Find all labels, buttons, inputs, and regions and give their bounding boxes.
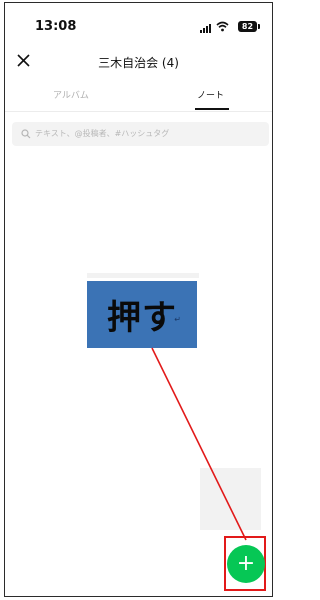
faded-overlay-panel	[200, 468, 261, 530]
tab-bar: アルバム ノート	[5, 81, 272, 112]
faded-overlay-strip	[87, 273, 199, 278]
status-time: 13:08	[35, 19, 77, 34]
plus-icon: +	[236, 551, 256, 576]
search-icon	[21, 129, 31, 139]
active-tab-indicator	[195, 108, 229, 110]
search-input[interactable]: テキスト、@投稿者、#ハッシュタグ	[12, 122, 269, 146]
tab-album[interactable]: アルバム	[53, 88, 89, 101]
page-title: 三木自治会 (4)	[98, 56, 179, 70]
battery-level: 82	[241, 22, 254, 31]
annotation-mark: ↵	[174, 315, 181, 324]
tab-note[interactable]: ノート	[197, 88, 224, 101]
signal-icon	[200, 23, 212, 33]
search-placeholder: テキスト、@投稿者、#ハッシュタグ	[35, 129, 170, 138]
wifi-icon	[216, 21, 229, 32]
header: 三木自治会 (4)	[5, 43, 272, 79]
battery-cap	[258, 24, 260, 29]
press-annotation-text: 押す	[107, 298, 177, 338]
status-bar: 13:08 82	[5, 3, 272, 37]
add-note-button[interactable]: +	[227, 545, 265, 583]
battery-icon: 82	[238, 21, 257, 32]
press-annotation-box: 押す ↵	[87, 281, 197, 348]
